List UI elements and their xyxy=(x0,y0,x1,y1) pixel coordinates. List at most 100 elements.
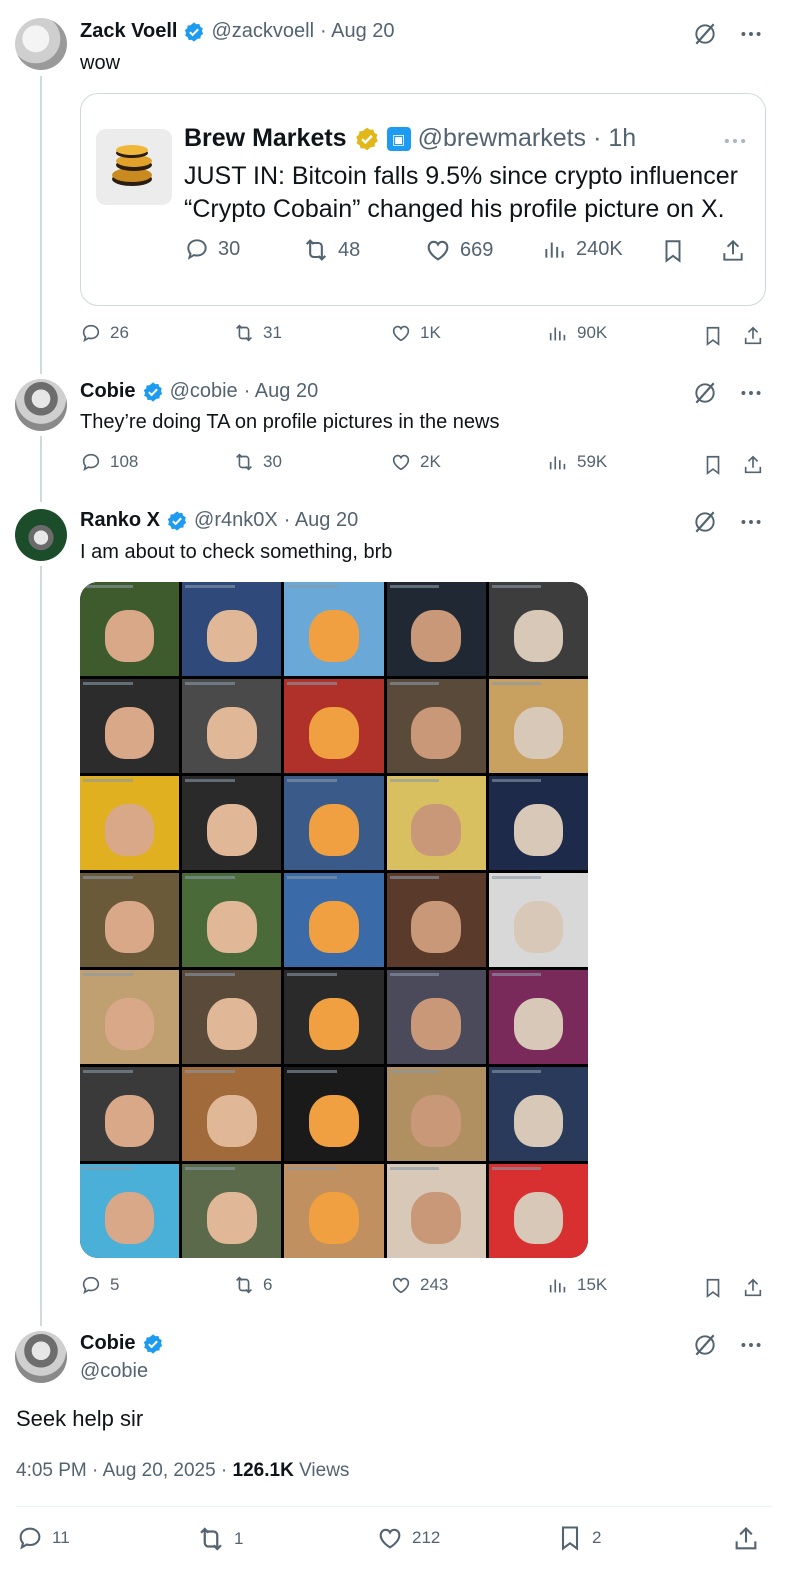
author-name[interactable]: Cobie xyxy=(80,380,136,403)
more-icon[interactable] xyxy=(738,21,764,47)
author-handle[interactable]: @cobie xyxy=(170,380,238,403)
author-name[interactable]: Cobie xyxy=(80,1332,136,1355)
bookmark-button[interactable]: 2 xyxy=(556,1524,601,1552)
tweet-actions: 26 31 1K 90K xyxy=(80,322,770,352)
share-icon[interactable] xyxy=(732,1525,760,1553)
bookmark-icon[interactable] xyxy=(702,454,724,476)
repost-button[interactable]: 1 xyxy=(196,1524,243,1554)
repost-button[interactable]: 48 xyxy=(302,236,360,264)
bookmark-count: 2 xyxy=(592,1528,602,1547)
thread-line xyxy=(40,566,42,1326)
views-button[interactable]: 59K xyxy=(547,451,607,473)
collage-cell xyxy=(284,582,384,676)
verified-icon xyxy=(142,381,164,403)
like-button[interactable]: 1K xyxy=(390,322,441,344)
collage-cell xyxy=(80,679,180,773)
collage-cell xyxy=(488,679,588,773)
author-name[interactable]: Ranko X xyxy=(80,509,160,532)
collage-header-bar xyxy=(83,1070,133,1073)
views-button[interactable]: 15K xyxy=(547,1274,607,1296)
more-icon[interactable] xyxy=(738,380,764,406)
share-icon[interactable] xyxy=(742,454,764,476)
collage-cell xyxy=(80,776,180,870)
tweet-top-actions xyxy=(692,380,764,406)
collage-face xyxy=(411,998,461,1050)
collage-header-bar xyxy=(287,1070,337,1073)
collage-header-bar xyxy=(287,682,337,685)
collage-face xyxy=(513,1095,564,1147)
coins-icon xyxy=(112,145,152,186)
avatar[interactable] xyxy=(15,18,67,70)
collage-face xyxy=(309,610,359,662)
bookmark-icon[interactable] xyxy=(660,238,686,264)
collage-header-bar xyxy=(83,585,133,588)
more-icon[interactable] xyxy=(738,1332,764,1358)
like-count: 243 xyxy=(420,1275,449,1294)
collage-header-bar xyxy=(83,779,133,782)
quote-author-handle[interactable]: @brewmarkets xyxy=(418,124,586,153)
author-name[interactable]: Zack Voell xyxy=(80,20,177,43)
avatar[interactable] xyxy=(15,1331,67,1383)
tweet-date[interactable]: · Aug 20 xyxy=(320,20,395,43)
tweet-date[interactable]: · Aug 20 xyxy=(284,509,359,532)
grok-icon[interactable] xyxy=(692,1332,718,1358)
repost-button[interactable]: 30 xyxy=(233,451,282,473)
share-icon[interactable] xyxy=(742,325,764,347)
author-handle[interactable]: @r4nk0X xyxy=(194,509,278,532)
affiliate-badge-icon: ▣ xyxy=(386,126,411,151)
collage-cell xyxy=(284,873,384,967)
views-button[interactable]: 90K xyxy=(547,322,607,344)
collage-cell xyxy=(386,873,486,967)
collage-header-bar xyxy=(491,1070,542,1073)
tweet-timestamp[interactable]: 4:05 PM · Aug 20, 2025 · xyxy=(16,1460,233,1481)
verified-icon xyxy=(166,510,188,532)
author-handle[interactable]: @cobie xyxy=(80,1360,148,1383)
tweet-actions: 11 1 212 2 xyxy=(16,1524,772,1556)
like-button[interactable]: 212 xyxy=(376,1524,440,1552)
quote-avatar[interactable] xyxy=(96,129,172,205)
repost-button[interactable]: 6 xyxy=(233,1274,272,1296)
avatar[interactable] xyxy=(15,509,67,561)
collage-face xyxy=(411,610,461,662)
collage-face xyxy=(104,1095,155,1147)
reply-button[interactable]: 11 xyxy=(16,1524,70,1552)
reply-button[interactable]: 26 xyxy=(80,322,129,344)
quote-author-name[interactable]: Brew Markets xyxy=(184,124,347,153)
collage-cell xyxy=(182,1067,282,1161)
reply-icon xyxy=(184,236,210,262)
grok-icon[interactable] xyxy=(692,509,718,535)
quote-tweet[interactable]: Brew Markets ▣ @brewmarkets · 1h JUST IN… xyxy=(80,93,766,306)
reply-button[interactable]: 108 xyxy=(80,451,138,473)
collage-cell xyxy=(284,679,384,773)
repost-count: 30 xyxy=(263,452,282,471)
collage-header-bar xyxy=(491,682,542,685)
views-button[interactable]: 240K xyxy=(542,236,623,262)
reply-button[interactable]: 30 xyxy=(184,236,240,262)
repost-button[interactable]: 31 xyxy=(233,322,282,344)
like-button[interactable]: 669 xyxy=(424,236,493,264)
reply-button[interactable]: 5 xyxy=(80,1274,119,1296)
tweet-image[interactable] xyxy=(80,582,588,1258)
more-icon[interactable] xyxy=(738,509,764,535)
collage-cell xyxy=(284,1164,384,1258)
collage-header-bar xyxy=(185,1167,235,1170)
bookmark-icon[interactable] xyxy=(702,1277,724,1299)
like-button[interactable]: 243 xyxy=(390,1274,448,1296)
bookmark-icon[interactable] xyxy=(702,325,724,347)
collage-header-bar xyxy=(287,779,337,782)
avatar[interactable] xyxy=(15,379,67,431)
collage-cell xyxy=(80,1067,180,1161)
share-icon[interactable] xyxy=(742,1277,764,1299)
more-icon[interactable] xyxy=(721,127,749,155)
tweet-text: I am about to check something, brb xyxy=(80,541,393,563)
tweet-actions: 5 6 243 15K xyxy=(80,1274,770,1304)
like-icon xyxy=(390,322,412,344)
divider xyxy=(16,1506,772,1507)
share-icon[interactable] xyxy=(720,238,746,264)
grok-icon[interactable] xyxy=(692,380,718,406)
author-handle[interactable]: @zackvoell xyxy=(211,20,314,43)
grok-icon[interactable] xyxy=(692,21,718,47)
tweet-date[interactable]: · Aug 20 xyxy=(244,380,319,403)
like-button[interactable]: 2K xyxy=(390,451,441,473)
collage-face xyxy=(309,1095,359,1147)
